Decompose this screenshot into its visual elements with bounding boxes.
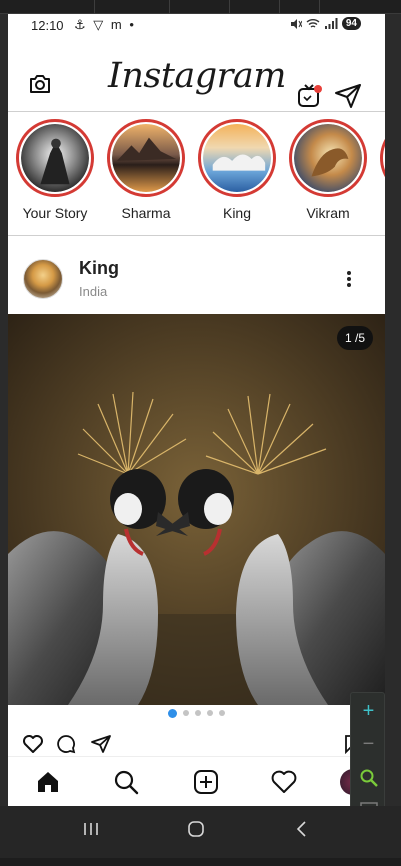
instagram-logo: Instagram	[108, 56, 286, 96]
post-username[interactable]: King	[79, 258, 119, 279]
post-actions	[8, 732, 385, 756]
avatar[interactable]	[23, 259, 63, 299]
story-ring	[380, 119, 385, 197]
back-icon[interactable]	[293, 820, 311, 838]
story-ring	[16, 119, 94, 197]
recents-icon[interactable]	[82, 820, 100, 838]
app-header: Instagram	[8, 38, 385, 112]
carousel-dot	[219, 710, 225, 716]
story-label: Your Story	[22, 205, 88, 221]
more-vertical-icon[interactable]	[343, 269, 355, 291]
activity-heart-icon[interactable]	[271, 769, 297, 795]
story-ring	[289, 119, 367, 197]
story-avatar	[21, 124, 89, 192]
story-avatar	[112, 124, 180, 192]
zoom-icon	[360, 769, 378, 787]
story-king[interactable]: King	[192, 119, 282, 221]
igtv-icon[interactable]	[297, 83, 323, 109]
carousel-dot-active	[168, 708, 177, 718]
story-label: King	[222, 205, 252, 221]
story-avatar	[294, 124, 362, 192]
status-notification-icons: ⚓ ▽ m •	[74, 17, 136, 32]
status-time: 12:10	[31, 18, 64, 33]
comment-icon[interactable]	[56, 734, 76, 754]
status-bar: 12:10 ⚓ ▽ m • 94	[8, 14, 385, 38]
home-icon[interactable]	[35, 769, 61, 795]
story-sharma[interactable]: Sharma	[101, 119, 191, 221]
zoom-out-button[interactable]: −	[351, 728, 386, 761]
story-ring	[198, 119, 276, 197]
emulator-title-bar	[0, 0, 401, 14]
story-ring	[107, 119, 185, 197]
story-partial[interactable]	[374, 119, 385, 197]
wifi-icon	[306, 18, 320, 28]
bottom-navigation	[8, 756, 385, 806]
crowned-cranes-photo	[8, 314, 385, 705]
emulator-stage: { "status": { "time": "12:10", "extras":…	[0, 0, 401, 866]
emulator-bottom-strip	[0, 858, 401, 866]
carousel-dot	[183, 710, 189, 716]
carousel-indicator	[8, 706, 385, 720]
zoom-in-button[interactable]: +	[351, 695, 386, 728]
post-location[interactable]: India	[79, 284, 107, 299]
battery-indicator: 94	[341, 17, 361, 30]
search-icon[interactable]	[113, 769, 139, 795]
phone-screen: 12:10 ⚓ ▽ m • 94 Instagram Your Story Sh…	[8, 14, 385, 806]
status-right-icons: 94	[290, 17, 361, 30]
story-your-story[interactable]: Your Story	[10, 119, 100, 221]
add-post-icon[interactable]	[193, 769, 219, 795]
post-header: King India	[8, 237, 385, 314]
post-image[interactable]: 1 /5	[8, 314, 385, 705]
mute-icon	[290, 18, 302, 29]
share-icon[interactable]	[90, 734, 112, 754]
story-avatar	[203, 124, 271, 192]
story-vikram[interactable]: Vikram	[283, 119, 373, 221]
signal-icon	[324, 17, 338, 29]
carousel-dot	[207, 710, 213, 716]
image-counter-badge: 1 /5	[336, 326, 373, 350]
heart-icon[interactable]	[22, 734, 44, 754]
story-label: Sharma	[121, 205, 171, 221]
story-label: Vikram	[306, 205, 350, 221]
carousel-dot	[195, 710, 201, 716]
camera-icon[interactable]	[28, 72, 52, 96]
android-navigation-bar	[0, 806, 401, 858]
home-nav-icon[interactable]	[187, 820, 205, 838]
zoom-tool-button[interactable]	[351, 761, 386, 794]
stories-tray: Your Story Sharma King Vikram	[8, 112, 385, 236]
send-icon[interactable]	[334, 83, 362, 109]
